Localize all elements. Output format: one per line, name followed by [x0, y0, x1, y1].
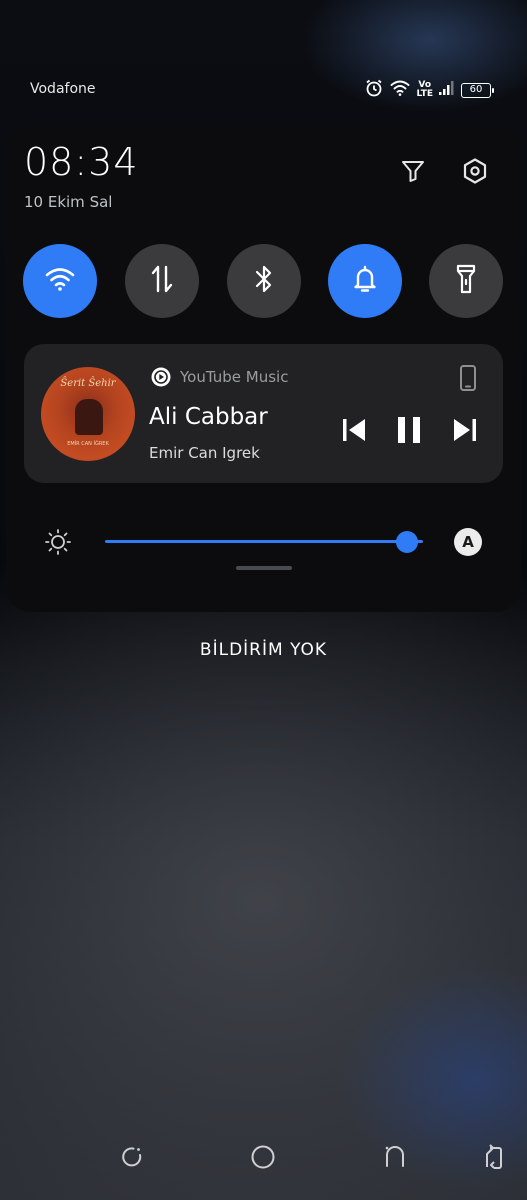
previous-icon — [340, 416, 368, 448]
previous-button[interactable] — [338, 416, 370, 448]
back-button[interactable] — [378, 1142, 412, 1176]
mobile-data-toggle[interactable] — [125, 244, 199, 318]
home-button[interactable] — [246, 1142, 280, 1176]
wifi-icon — [390, 79, 410, 101]
wifi-toggle[interactable] — [23, 244, 97, 318]
album-art-figure — [75, 399, 103, 435]
volte-bottom-label: LTE — [416, 89, 433, 99]
brightness-icon — [44, 528, 72, 560]
date[interactable]: 10 Ekim Sal — [24, 193, 112, 211]
recents-icon — [119, 1144, 145, 1174]
bell-icon — [351, 264, 379, 298]
quick-settings-panel: 08:34 10 Ekim Sal Ŝerit Ŝehir EMİR CAN İ… — [6, 126, 521, 612]
battery-level: 60 — [469, 83, 483, 95]
rotate-icon — [482, 1143, 506, 1175]
recents-button[interactable] — [115, 1142, 149, 1176]
status-icons: Vo LTE 60 — [364, 78, 494, 102]
filter-button[interactable] — [396, 156, 430, 190]
data-transfer-icon — [150, 264, 174, 298]
settings-button[interactable] — [458, 156, 492, 190]
home-icon — [250, 1144, 276, 1174]
bluetooth-toggle[interactable] — [227, 244, 301, 318]
next-icon — [451, 416, 479, 448]
panel-drag-handle[interactable] — [236, 566, 292, 570]
pause-icon — [395, 415, 423, 449]
album-art-subtitle: EMİR CAN İĞREK — [67, 441, 109, 447]
battery-icon: 60 — [461, 82, 494, 98]
flashlight-toggle[interactable] — [429, 244, 503, 318]
flashlight-icon — [455, 263, 477, 299]
next-button[interactable] — [449, 416, 481, 448]
navigation-bar — [0, 1142, 527, 1176]
alarm-icon — [364, 78, 384, 102]
youtube-music-icon — [151, 367, 171, 387]
bluetooth-icon — [254, 263, 274, 299]
clock[interactable]: 08:34 — [24, 140, 139, 184]
album-art-title: Ŝerit Ŝehir — [60, 378, 116, 389]
signal-icon — [439, 80, 455, 100]
media-app-name: YouTube Music — [180, 368, 289, 386]
quick-toggles — [23, 244, 505, 318]
rotate-button[interactable] — [477, 1142, 511, 1176]
filter-icon — [400, 158, 426, 188]
no-notifications-label: BİLDİRİM YOK — [199, 640, 328, 660]
sound-toggle[interactable] — [328, 244, 402, 318]
carrier-name: Vodafone — [30, 81, 96, 97]
output-device-icon[interactable] — [459, 364, 477, 396]
back-icon — [382, 1144, 408, 1174]
brightness-slider[interactable] — [105, 531, 423, 553]
wifi-icon — [45, 266, 75, 296]
status-bar: Vodafone Vo LTE 60 — [0, 76, 527, 104]
brightness-slider-thumb[interactable] — [396, 531, 419, 553]
settings-icon — [461, 157, 489, 189]
brightness-row: A — [6, 522, 521, 562]
volte-icon: Vo LTE — [416, 81, 433, 99]
artist-name: Emir Can Igrek — [149, 444, 260, 462]
pause-button[interactable] — [393, 416, 425, 448]
album-art: Ŝerit Ŝehir EMİR CAN İĞREK — [41, 367, 135, 461]
song-title: Ali Cabbar — [149, 404, 268, 430]
media-player-card[interactable]: Ŝerit Ŝehir EMİR CAN İĞREK YouTube Music… — [24, 344, 503, 483]
auto-brightness-button[interactable]: A — [454, 528, 482, 556]
